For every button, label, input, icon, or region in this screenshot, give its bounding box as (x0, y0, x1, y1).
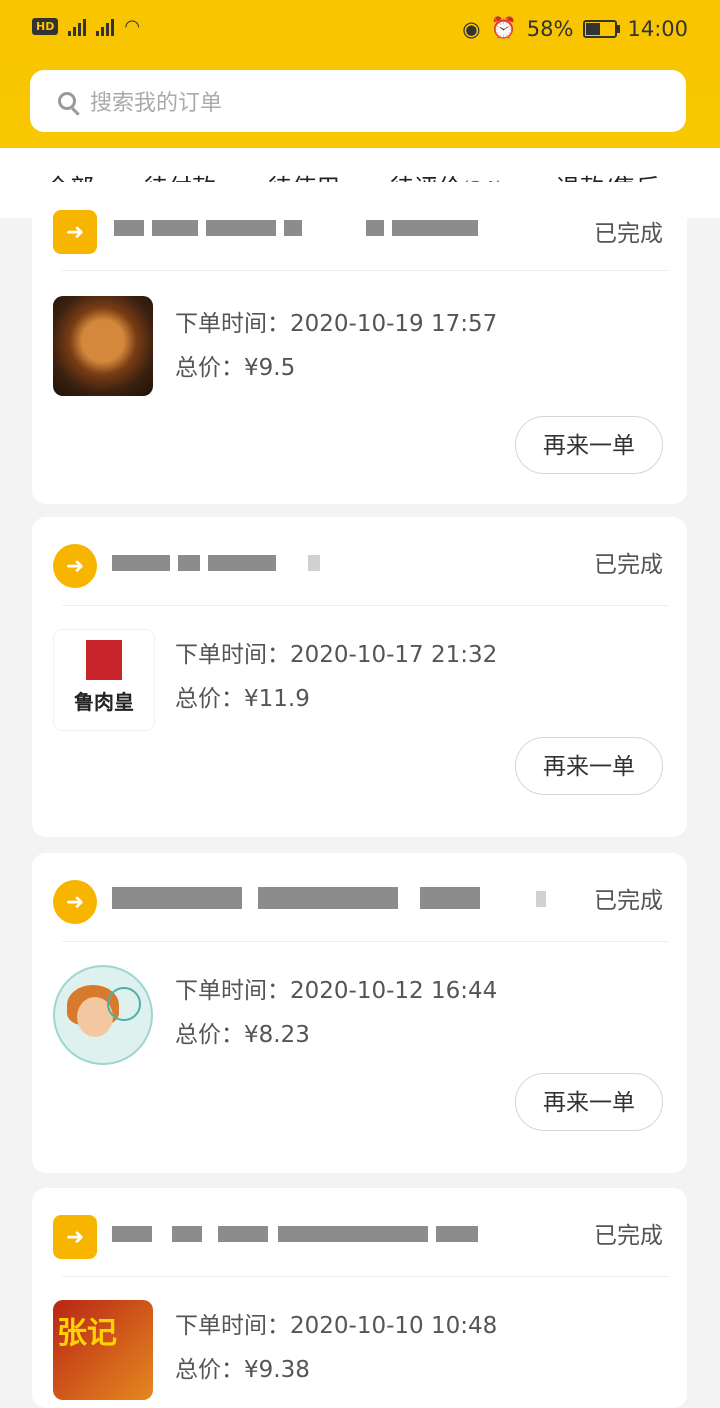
wifi-icon: ◠ (124, 16, 141, 37)
order-status: 已完成 (594, 888, 663, 914)
food-thumbnail[interactable]: 张记 (53, 1300, 153, 1400)
order-card[interactable]: ➜ 已完成 鲁肉皇 下单时间：2020-10-17 21:32 总价：¥11.9… (32, 517, 687, 837)
order-card[interactable]: ➜ 已完成 下单时间：2020-10-19 17:57 总价：¥9.5 再来一单 (32, 182, 687, 504)
order-time: 下单时间：2020-10-17 21:32 (175, 642, 498, 668)
shop-logo-icon: ➜ (53, 210, 97, 254)
shop-thumbnail[interactable] (53, 965, 153, 1065)
reorder-button[interactable]: 再来一单 (515, 737, 663, 795)
shop-name-redacted (108, 212, 488, 242)
reorder-button[interactable]: 再来一单 (515, 416, 663, 474)
signal-icon (96, 18, 115, 36)
order-total: 总价：¥9.38 (175, 1357, 310, 1383)
thumbnail-brand-text: 张记 (57, 1316, 117, 1351)
shop-name-redacted (108, 883, 546, 913)
search-icon (58, 92, 76, 110)
order-card[interactable]: ➜ 已完成 张记 下单时间：2020-10-10 10:48 总价：¥9.38 (32, 1188, 687, 1408)
hd-icon: HD (32, 18, 59, 35)
shop-name-redacted (108, 1218, 488, 1248)
clock: 14:00 (627, 16, 688, 41)
battery-percent: 58% (526, 16, 574, 41)
badge-icon (107, 987, 141, 1021)
shop-logo-icon: ➜ (53, 1215, 97, 1259)
eye-icon: ◉ (462, 16, 481, 41)
header: HD ◠ ◉ ⏰ 58% 14:00 搜索我的订单 (0, 0, 720, 148)
brand-logo-icon (86, 640, 122, 680)
order-status: 已完成 (594, 552, 663, 578)
search-placeholder: 搜索我的订单 (90, 91, 223, 116)
divider (62, 270, 669, 271)
reorder-button[interactable]: 再来一单 (515, 1073, 663, 1131)
divider (62, 941, 669, 942)
status-bar: HD ◠ ◉ ⏰ 58% 14:00 (0, 0, 720, 58)
divider (62, 1276, 669, 1277)
order-total: 总价：¥11.9 (175, 686, 310, 712)
order-total: 总价：¥9.5 (175, 355, 296, 381)
order-status: 已完成 (594, 1223, 663, 1249)
order-time: 下单时间：2020-10-10 10:48 (175, 1313, 498, 1339)
shop-name-redacted (108, 547, 488, 577)
order-card[interactable]: ➜ 已完成 下单时间：2020-10-12 16:44 总价：¥8.23 再来一… (32, 853, 687, 1173)
search-input[interactable]: 搜索我的订单 (30, 70, 686, 132)
order-time: 下单时间：2020-10-19 17:57 (175, 311, 498, 337)
shop-logo-icon: ➜ (53, 544, 97, 588)
brand-logo-text: 鲁肉皇 (74, 690, 134, 714)
signal-icon (68, 18, 87, 36)
alarm-icon: ⏰ (490, 16, 517, 40)
order-time: 下单时间：2020-10-12 16:44 (175, 978, 498, 1004)
order-status: 已完成 (594, 221, 663, 247)
divider (62, 605, 669, 606)
shop-logo-icon: ➜ (53, 880, 97, 924)
order-total: 总价：¥8.23 (175, 1022, 310, 1048)
shop-thumbnail[interactable]: 鲁肉皇 (53, 629, 155, 731)
food-thumbnail[interactable] (53, 296, 153, 396)
battery-icon (583, 19, 621, 38)
